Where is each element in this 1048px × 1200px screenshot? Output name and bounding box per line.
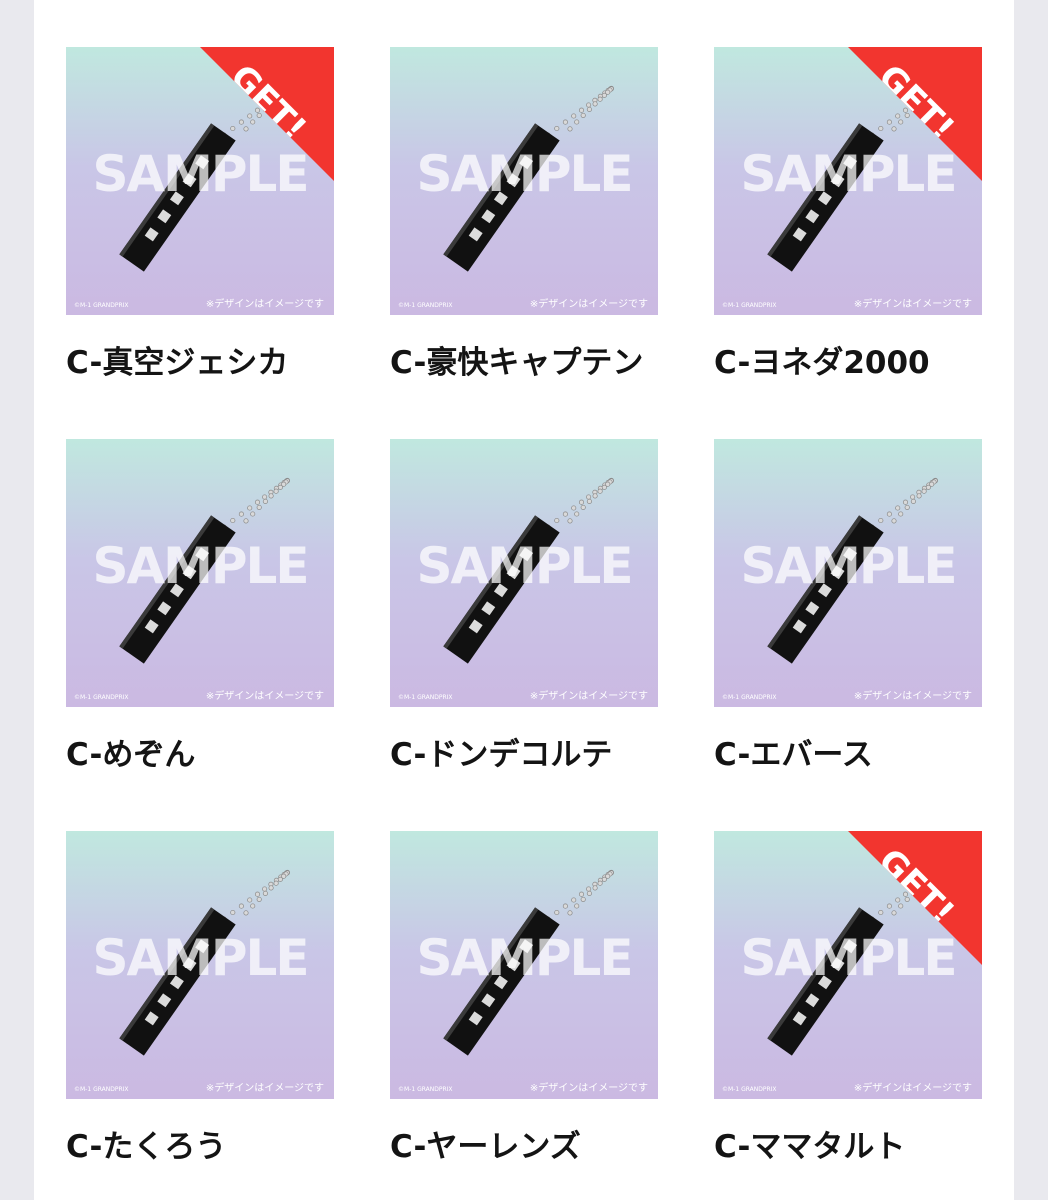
image-note: ※デザインはイメージです bbox=[205, 1083, 324, 1094]
product-thumbnail[interactable]: SAMPLE ©M-1 GRANDPRIX ※デザインはイメージです GET! bbox=[66, 47, 334, 315]
copyright-text: ©M-1 GRANDPRIX bbox=[722, 1086, 777, 1093]
product-name[interactable]: C-ヨネダ2000 bbox=[714, 337, 1014, 382]
sample-watermark: SAMPLE bbox=[416, 537, 633, 595]
copyright-text: ©M-1 GRANDPRIX bbox=[398, 1086, 453, 1093]
product-thumbnail[interactable]: SAMPLE ©M-1 GRANDPRIX ※デザインはイメージです GET! bbox=[714, 831, 982, 1099]
product-name[interactable]: C-豪快キャプテン bbox=[390, 337, 690, 382]
image-note: ※デザインはイメージです bbox=[853, 1083, 972, 1094]
sample-watermark: SAMPLE bbox=[92, 145, 309, 203]
product-thumbnail[interactable]: SAMPLE ©M-1 GRANDPRIX ※デザインはイメージです bbox=[390, 831, 658, 1099]
product-card[interactable]: SAMPLE ©M-1 GRANDPRIX ※デザインはイメージです C-めぞん bbox=[66, 439, 334, 773]
sample-watermark: SAMPLE bbox=[416, 929, 633, 987]
product-card[interactable]: SAMPLE ©M-1 GRANDPRIX ※デザインはイメージです C-エバース bbox=[714, 439, 982, 773]
sample-watermark: SAMPLE bbox=[740, 929, 957, 987]
product-name[interactable]: C-たくろう bbox=[66, 1121, 366, 1166]
product-card[interactable]: SAMPLE ©M-1 GRANDPRIX ※デザインはイメージです GET! C-真… bbox=[66, 47, 334, 381]
ball-chain-icon bbox=[869, 477, 938, 530]
product-card[interactable]: SAMPLE ©M-1 GRANDPRIX ※デザインはイメージです GET! C-マ… bbox=[714, 831, 982, 1165]
product-thumbnail[interactable]: SAMPLE ©M-1 GRANDPRIX ※デザインはイメージです bbox=[390, 439, 658, 707]
image-note: ※デザインはイメージです bbox=[853, 299, 972, 310]
product-thumbnail[interactable]: SAMPLE ©M-1 GRANDPRIX ※デザインはイメージです bbox=[390, 47, 658, 315]
product-name[interactable]: C-ドンデコルテ bbox=[390, 729, 690, 774]
sample-watermark: SAMPLE bbox=[92, 537, 309, 595]
product-grid-panel: SAMPLE ©M-1 GRANDPRIX ※デザインはイメージです GET! C-真… bbox=[34, 0, 1014, 1200]
sample-watermark: SAMPLE bbox=[740, 145, 957, 203]
ball-chain-icon bbox=[545, 477, 614, 530]
sample-watermark: SAMPLE bbox=[416, 145, 633, 203]
product-card[interactable]: SAMPLE ©M-1 GRANDPRIX ※デザインはイメージです C-ドンデコル… bbox=[390, 439, 658, 773]
product-card[interactable]: SAMPLE ©M-1 GRANDPRIX ※デザインはイメージです C-豪快キャプ… bbox=[390, 47, 658, 381]
copyright-text: ©M-1 GRANDPRIX bbox=[722, 694, 777, 701]
image-note: ※デザインはイメージです bbox=[853, 691, 972, 702]
ball-chain-icon bbox=[221, 869, 290, 922]
copyright-text: ©M-1 GRANDPRIX bbox=[398, 694, 453, 701]
copyright-text: ©M-1 GRANDPRIX bbox=[74, 1086, 129, 1093]
sample-watermark: SAMPLE bbox=[92, 929, 309, 987]
image-note: ※デザインはイメージです bbox=[529, 1083, 648, 1094]
product-name[interactable]: C-ヤーレンズ bbox=[390, 1121, 690, 1166]
image-note: ※デザインはイメージです bbox=[529, 299, 648, 310]
copyright-text: ©M-1 GRANDPRIX bbox=[74, 302, 129, 309]
copyright-text: ©M-1 GRANDPRIX bbox=[722, 302, 777, 309]
image-note: ※デザインはイメージです bbox=[205, 691, 324, 702]
sample-watermark: SAMPLE bbox=[740, 537, 957, 595]
product-thumbnail[interactable]: SAMPLE ©M-1 GRANDPRIX ※デザインはイメージです bbox=[714, 439, 982, 707]
product-name[interactable]: C-真空ジェシカ bbox=[66, 337, 366, 382]
product-name[interactable]: C-ママタルト bbox=[714, 1121, 1014, 1166]
ball-chain-icon bbox=[545, 869, 614, 922]
image-note: ※デザインはイメージです bbox=[205, 299, 324, 310]
ball-chain-icon bbox=[545, 85, 614, 138]
product-thumbnail[interactable]: SAMPLE ©M-1 GRANDPRIX ※デザインはイメージです GET! bbox=[714, 47, 982, 315]
copyright-text: ©M-1 GRANDPRIX bbox=[398, 302, 453, 309]
ball-chain-icon bbox=[221, 477, 290, 530]
product-thumbnail[interactable]: SAMPLE ©M-1 GRANDPRIX ※デザインはイメージです bbox=[66, 831, 334, 1099]
product-card[interactable]: SAMPLE ©M-1 GRANDPRIX ※デザインはイメージです C-たくろう bbox=[66, 831, 334, 1165]
image-note: ※デザインはイメージです bbox=[529, 691, 648, 702]
product-name[interactable]: C-めぞん bbox=[66, 729, 366, 774]
product-card[interactable]: SAMPLE ©M-1 GRANDPRIX ※デザインはイメージです GET! C-ヨ… bbox=[714, 47, 982, 381]
product-card[interactable]: SAMPLE ©M-1 GRANDPRIX ※デザインはイメージです C-ヤーレンズ bbox=[390, 831, 658, 1165]
product-thumbnail[interactable]: SAMPLE ©M-1 GRANDPRIX ※デザインはイメージです bbox=[66, 439, 334, 707]
product-name[interactable]: C-エバース bbox=[714, 729, 1014, 774]
copyright-text: ©M-1 GRANDPRIX bbox=[74, 694, 129, 701]
